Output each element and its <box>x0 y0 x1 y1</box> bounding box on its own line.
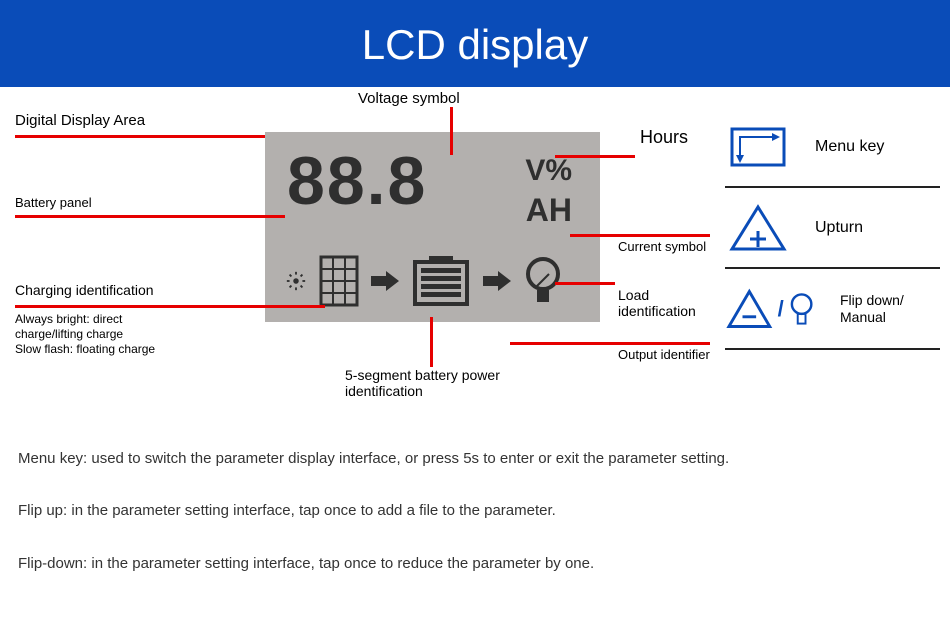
label-current-symbol: Current symbol <box>618 239 706 254</box>
menu-key-label: Menu key <box>815 138 884 156</box>
callout-line <box>15 215 285 218</box>
bulb-icon <box>788 290 815 328</box>
label-charging-id: Charging identification <box>15 282 170 298</box>
battery-icon <box>411 256 471 306</box>
header-banner: LCD display <box>0 0 950 87</box>
callout-line <box>15 135 265 138</box>
header-title: LCD display <box>362 21 588 68</box>
label-load-id: Load identification <box>618 287 718 319</box>
label-battery-panel: Battery panel <box>15 195 92 210</box>
flip-down-icon: / <box>725 281 815 336</box>
diagram-area: 88.8 V% AH Digital Display Area Voltage … <box>0 87 950 467</box>
flip-down-label: Flip down/ Manual <box>840 292 940 326</box>
arrow-right-icon <box>483 269 511 293</box>
arrow-right-icon <box>371 269 399 293</box>
upturn-label: Upturn <box>815 219 863 237</box>
descriptions: Menu key: used to switch the parameter d… <box>0 428 950 625</box>
lightbulb-icon <box>523 256 563 306</box>
label-output-id: Output identifier <box>618 347 710 362</box>
callout-line <box>430 317 433 367</box>
label-hours: Hours <box>640 127 688 148</box>
label-segment: 5-segment battery power identification <box>345 367 545 399</box>
desc-flip-up: Flip up: in the parameter setting interf… <box>18 500 932 523</box>
flip-down-row: / Flip down/ Manual <box>725 269 940 350</box>
sun-icon <box>285 270 307 292</box>
voltage-percent-symbol: V% <box>525 154 572 188</box>
digit-display: 88.8 <box>287 142 427 220</box>
lcd-icon-row <box>285 255 563 307</box>
menu-key-row: Menu key <box>725 107 940 188</box>
amp-hour-symbol: AH <box>526 192 572 229</box>
callout-line <box>510 342 710 345</box>
callout-line <box>555 155 635 158</box>
label-digital-display: Digital Display Area <box>15 112 145 129</box>
desc-menu-key: Menu key: used to switch the parameter d… <box>18 448 932 471</box>
callout-line <box>570 234 710 237</box>
callout-line <box>555 282 615 285</box>
label-charging-note2: Slow flash: floating charge <box>15 342 170 357</box>
button-legend: Menu key Upturn / Flip down/ Manual <box>725 107 940 350</box>
label-voltage-symbol: Voltage symbol <box>358 90 460 107</box>
label-charging-note1: Always bright: direct charge/lifting cha… <box>15 312 170 342</box>
desc-flip-down: Flip-down: in the parameter setting inte… <box>18 553 932 576</box>
upturn-icon <box>725 200 790 255</box>
lcd-screen: 88.8 V% AH <box>265 132 600 322</box>
menu-key-icon <box>725 119 790 174</box>
callout-line <box>450 107 453 155</box>
upturn-row: Upturn <box>725 188 940 269</box>
solar-panel-icon <box>319 255 359 307</box>
callout-line <box>15 305 325 308</box>
